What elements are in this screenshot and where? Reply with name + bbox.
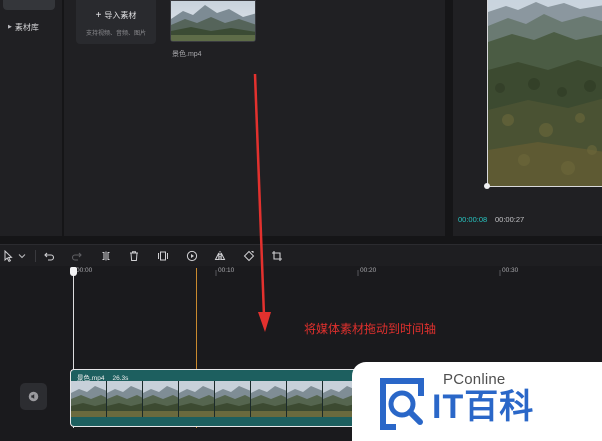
ruler-label: 00:20 [360, 267, 377, 274]
toolbar-divider [35, 250, 36, 262]
media-thumbnail[interactable] [170, 0, 256, 42]
crop-icon[interactable] [270, 249, 284, 263]
track-audio-toggle[interactable] [20, 383, 47, 410]
timeline-toolbar [0, 244, 602, 266]
import-media-hint: 支持视频、音频、图片 [85, 31, 146, 37]
split-icon[interactable] [99, 249, 113, 263]
redo-icon[interactable] [70, 249, 84, 263]
playhead-handle[interactable] [70, 267, 77, 276]
sidebar-item-label: 素材库 [14, 22, 39, 32]
left-sidebar: 文档 ▶ 素材库 [0, 0, 62, 236]
timeline-video-clip[interactable]: 景色.mp4 26.3s [70, 369, 370, 427]
annotation-hint: 将媒体素材拖动到时间轴 [304, 322, 437, 336]
clip-thumbnail-strip [71, 381, 370, 417]
freeze-frame-icon[interactable] [156, 249, 170, 263]
landscape-thumbnail-image [171, 1, 255, 41]
rotate-icon[interactable] [242, 249, 256, 263]
total-time: 00:00:27 [495, 215, 525, 224]
landscape-preview-image [488, 0, 602, 186]
ruler-label: 00:10 [218, 267, 235, 274]
preview-video-frame[interactable] [487, 0, 602, 187]
import-media-button[interactable]: + 导入素材 支持视频、音频、图片 [76, 0, 156, 44]
import-media-label: 导入素材 [104, 11, 137, 20]
current-time: 00:00:08 [458, 215, 488, 224]
plus-icon: + [95, 10, 102, 21]
ruler-label: 00:30 [502, 267, 519, 274]
triangle-right-icon: ▶ [8, 24, 12, 30]
magnifier-logo-icon [380, 378, 424, 430]
delete-icon[interactable] [127, 249, 141, 263]
timeline-ruler[interactable]: 00:00 00:10 00:20 00:30 [70, 266, 602, 278]
chevron-down-icon[interactable] [16, 249, 28, 263]
watermark-brand: PConline [443, 371, 506, 388]
editor-top-area: 文档 ▶ 素材库 + 导入素材 支持视频、音频、图片 [0, 0, 602, 240]
play-icon[interactable] [185, 249, 199, 263]
media-panel: + 导入素材 支持视频、音频、图片 景色.mp4 [64, 0, 445, 236]
ruler-ticks [73, 270, 501, 276]
media-thumbnail-name: 景色.mp4 [172, 51, 202, 58]
ruler-label: 00:00 [76, 267, 93, 274]
undo-icon[interactable] [42, 249, 56, 263]
mirror-icon[interactable] [213, 249, 227, 263]
select-pointer-icon[interactable] [1, 249, 15, 263]
preview-panel: 00:00:08 00:00:27 [453, 0, 602, 236]
sidebar-item-active[interactable]: 文档 [3, 0, 55, 10]
sidebar-item-material-library[interactable]: ▶ 素材库 [3, 17, 55, 37]
watermark-mark: IT百科 [432, 388, 535, 426]
speaker-icon [28, 391, 39, 402]
crop-handle[interactable] [484, 183, 490, 189]
